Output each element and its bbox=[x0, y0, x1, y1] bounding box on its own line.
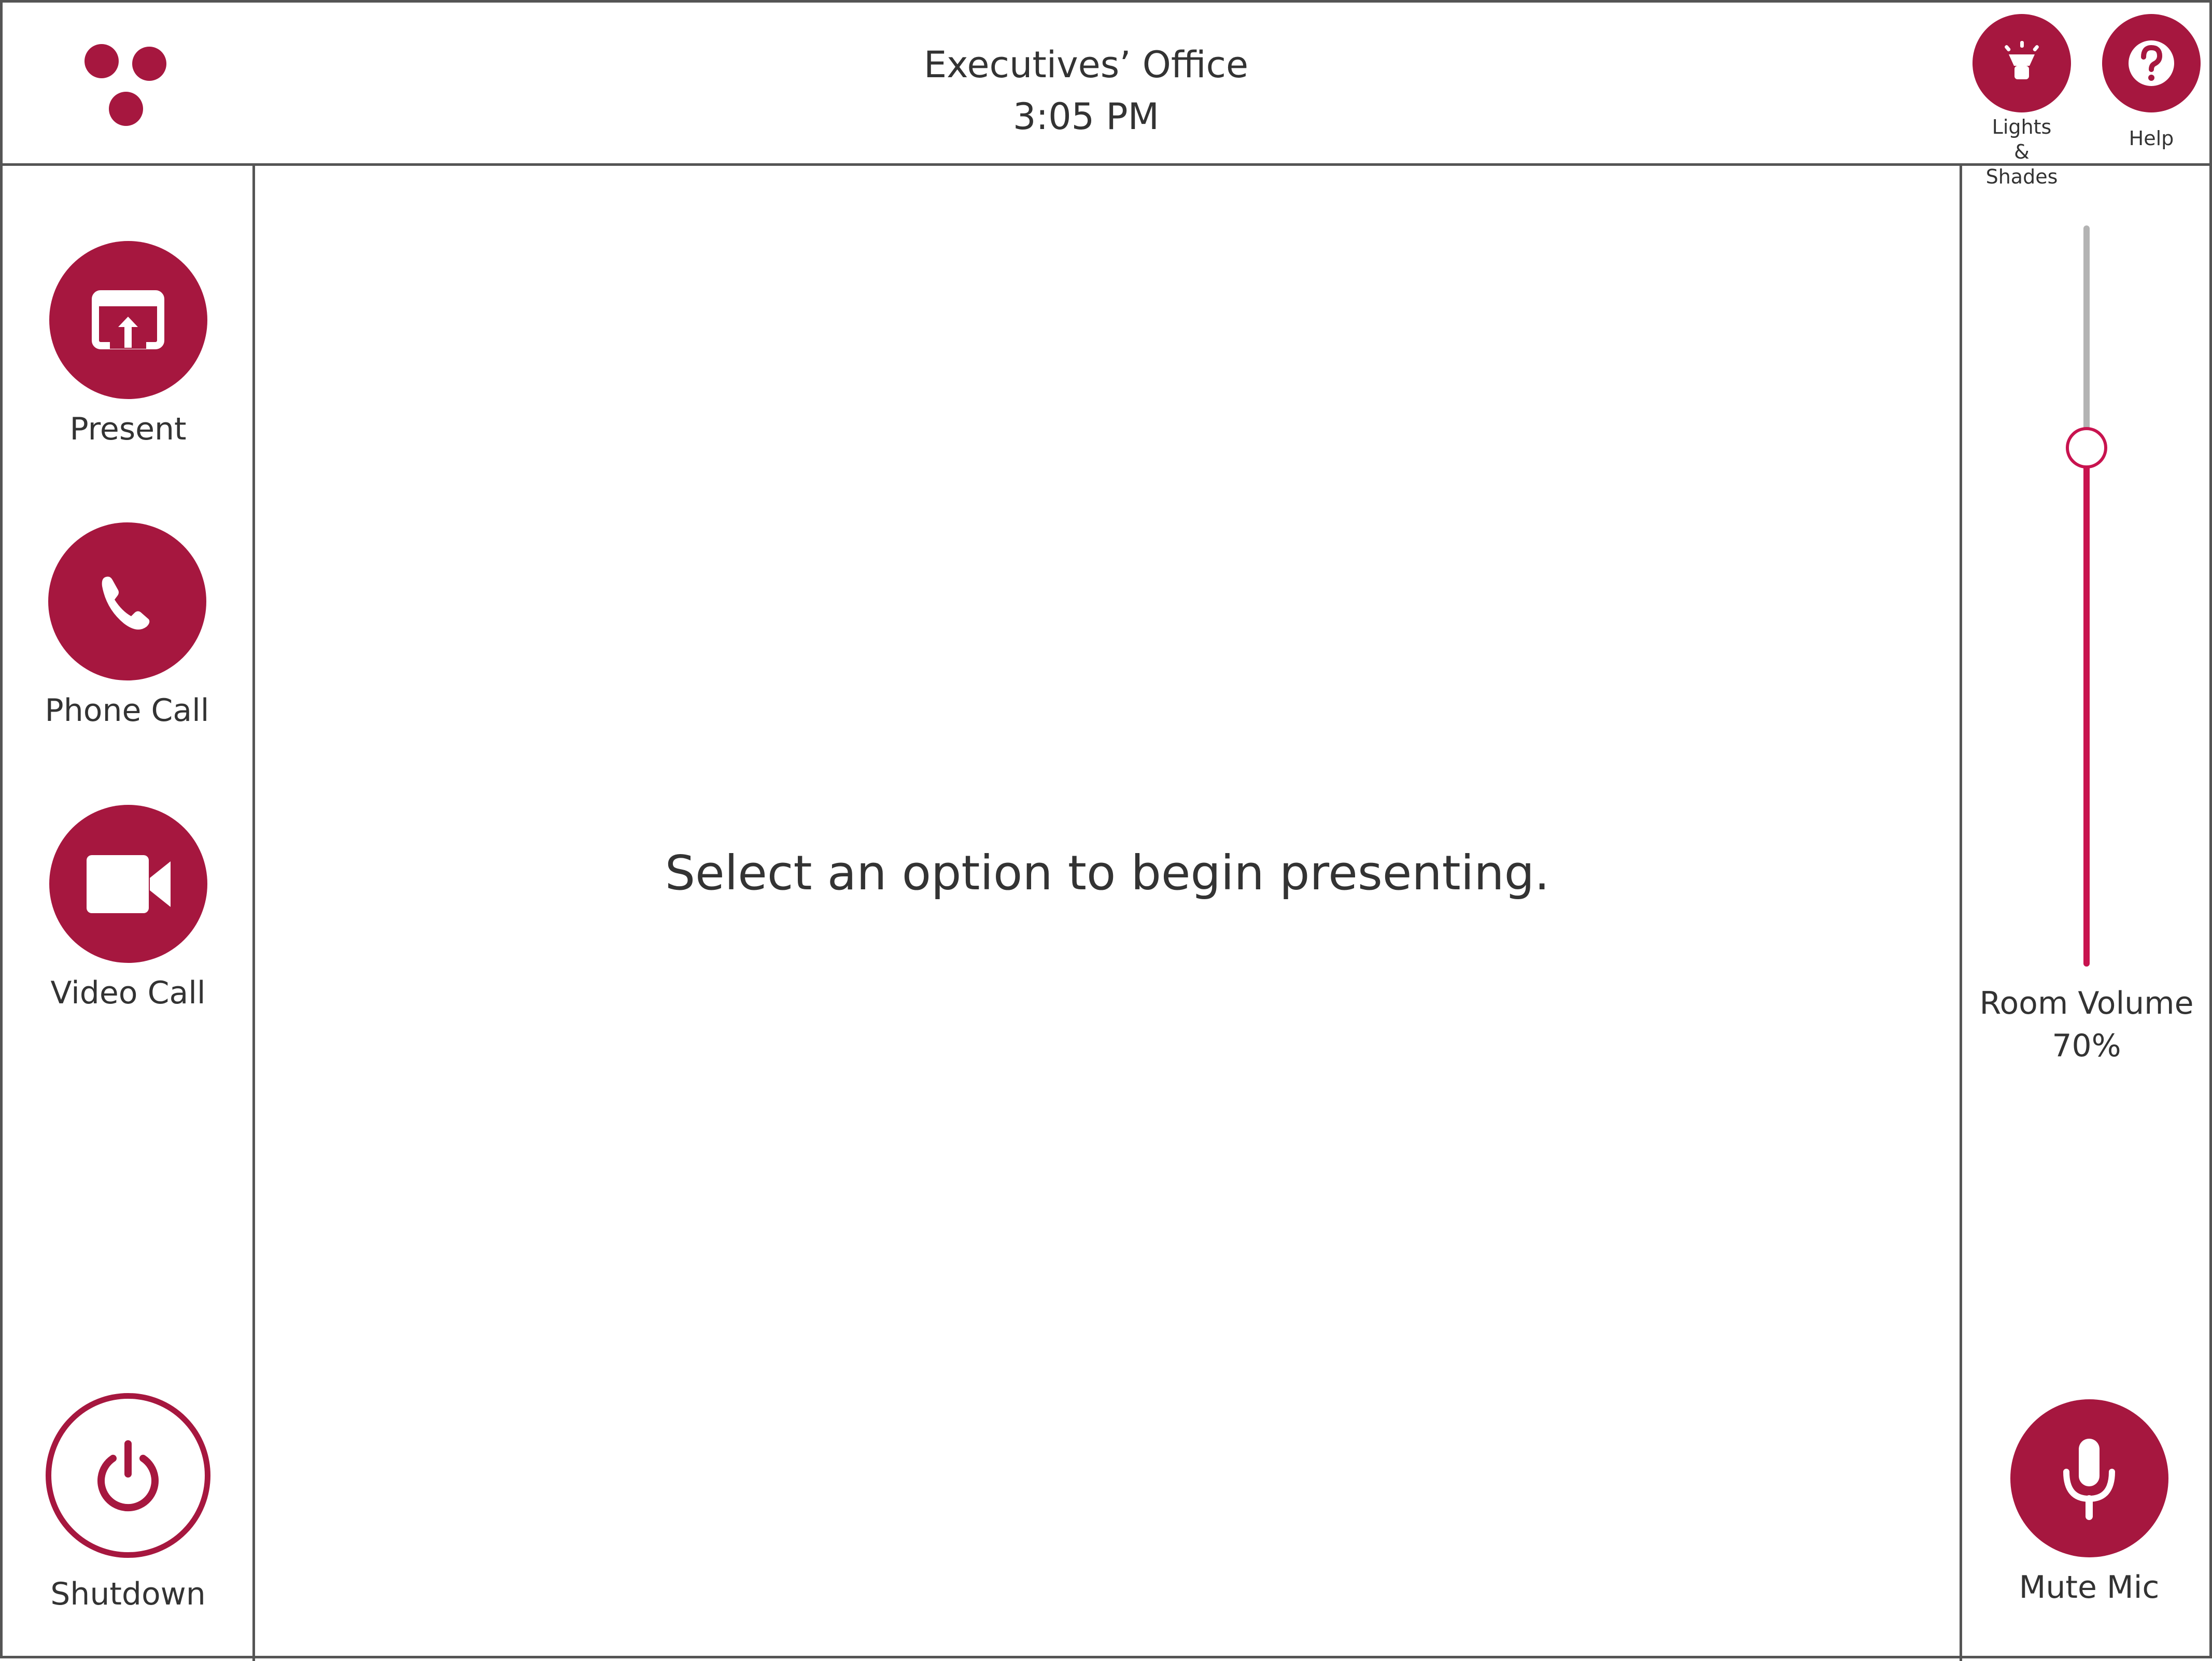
room-volume-slider[interactable] bbox=[2055, 220, 2118, 972]
present-button[interactable]: Present bbox=[24, 241, 232, 450]
microphone-icon bbox=[2010, 1399, 2168, 1557]
room-volume-label: Room Volume bbox=[1979, 985, 2194, 1021]
room-name: Executives’ Office bbox=[923, 44, 1249, 86]
screen-share-icon bbox=[49, 241, 207, 399]
volume-slider-thumb[interactable] bbox=[2066, 427, 2107, 469]
video-call-button[interactable]: Video Call bbox=[24, 805, 232, 1014]
video-camera-icon bbox=[49, 805, 207, 963]
volume-slider-fill bbox=[2083, 448, 2090, 967]
shutdown-label: Shutdown bbox=[50, 1576, 206, 1612]
mute-mic-label: Mute Mic bbox=[2019, 1569, 2160, 1606]
source-sidebar: Present Phone Call Video Call Shutdown bbox=[3, 166, 255, 1661]
clock: 3:05 PM bbox=[1012, 95, 1160, 138]
help-label: Help bbox=[2129, 127, 2174, 150]
room-volume-readout: Room Volume 70% bbox=[1962, 982, 2211, 1067]
power-icon bbox=[46, 1393, 210, 1558]
question-mark-icon bbox=[2102, 14, 2201, 112]
phone-call-label: Phone Call bbox=[45, 692, 209, 729]
present-label: Present bbox=[69, 411, 187, 447]
top-bar: Executives’ Office 3:05 PM Lights & Shad… bbox=[3, 3, 2212, 188]
lights-and-shades-button[interactable]: Lights & Shades bbox=[1973, 14, 2071, 189]
phone-icon bbox=[48, 522, 206, 680]
select-option-prompt: Select an option to begin presenting. bbox=[665, 845, 1550, 901]
mute-mic-button[interactable]: Mute Mic bbox=[1985, 1399, 2193, 1608]
touch-panel-frame: Executives’ Office 3:05 PM Lights & Shad… bbox=[0, 0, 2212, 1661]
lamp-icon bbox=[1973, 14, 2071, 112]
room-info: Executives’ Office 3:05 PM bbox=[832, 39, 1340, 143]
three-dots-logo-icon bbox=[80, 44, 174, 132]
shutdown-button[interactable]: Shutdown bbox=[24, 1393, 232, 1615]
phone-call-button[interactable]: Phone Call bbox=[23, 522, 231, 731]
video-call-label: Video Call bbox=[50, 975, 206, 1011]
help-button[interactable]: Help bbox=[2102, 14, 2201, 151]
room-volume-value: 70% bbox=[2052, 1028, 2121, 1064]
